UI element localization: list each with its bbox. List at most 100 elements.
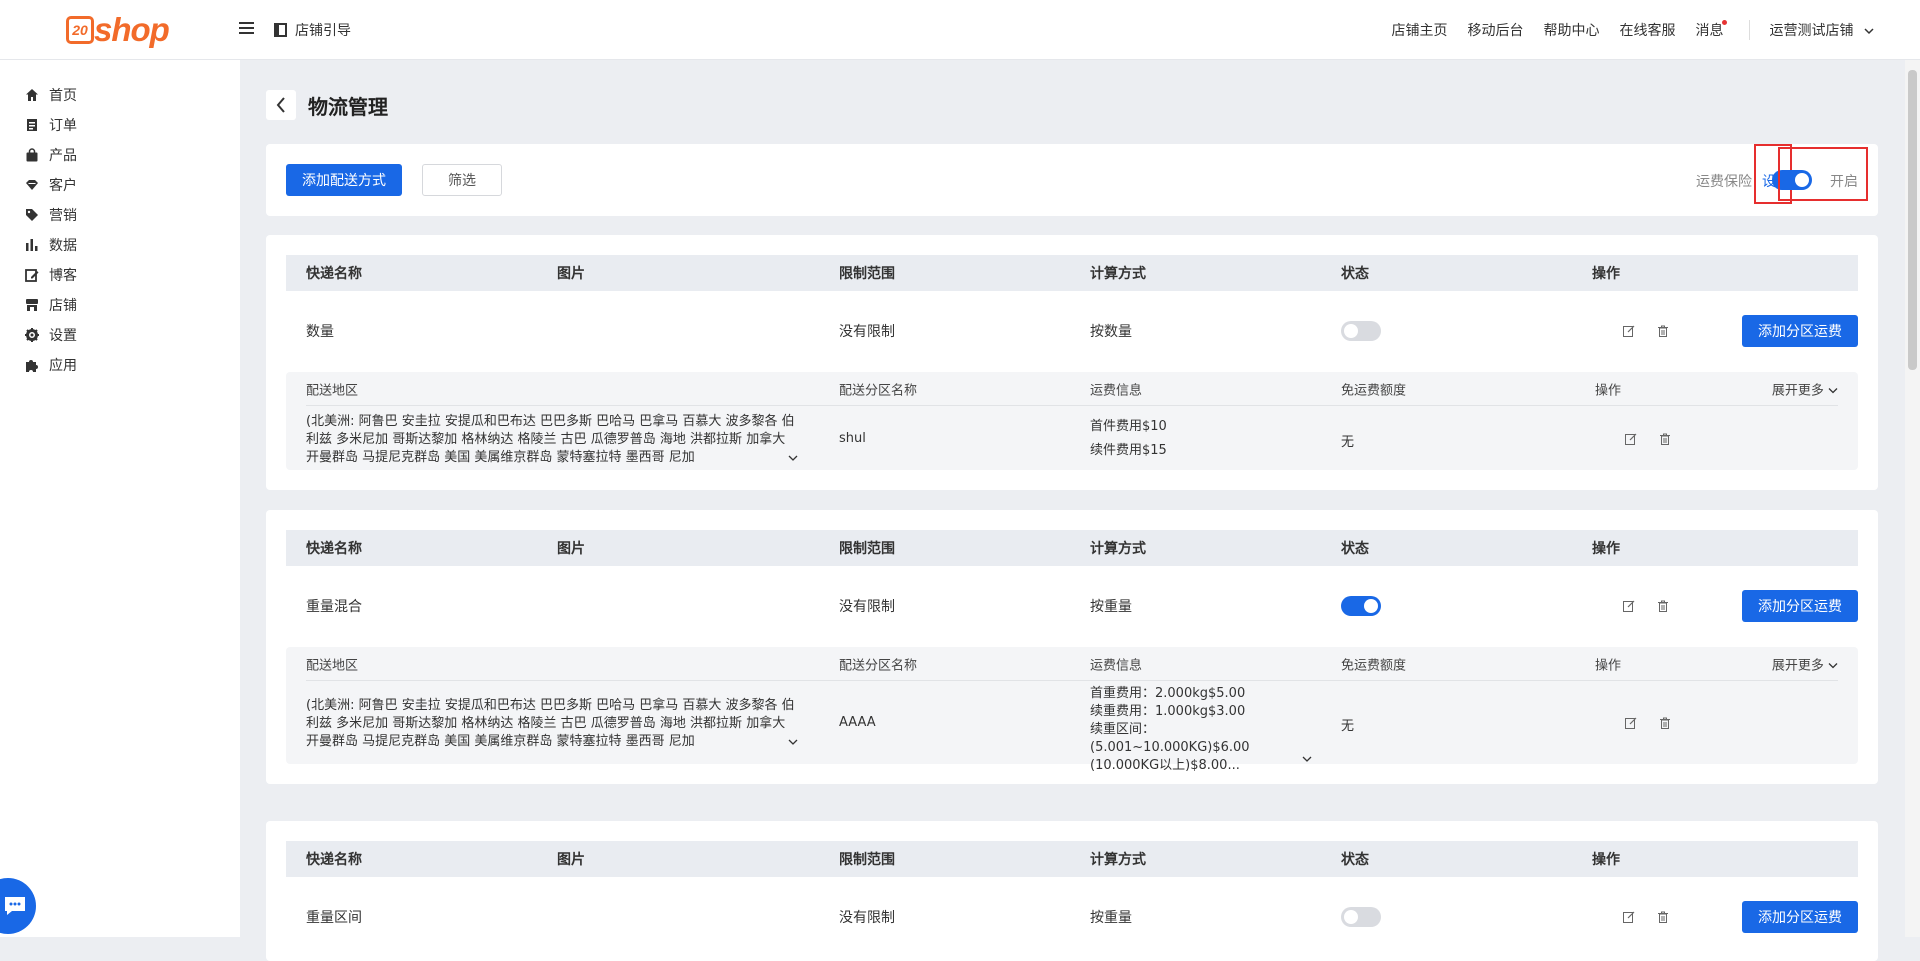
toggle-knob <box>1344 910 1358 924</box>
col-image: 图片 <box>557 266 585 282</box>
zone-name: AAAA <box>839 715 876 730</box>
col-image: 图片 <box>557 541 585 557</box>
sidebar-item-label: 数据 <box>49 238 77 254</box>
zone-region: (北美洲: 阿鲁巴 安圭拉 安提瓜和巴布达 巴巴多斯 巴哈马 巴拿马 百慕大 波… <box>306 698 795 749</box>
main-content: 物流管理 添加配送方式 筛选 运费保险 设置 开启 快递名称 图片 限制范围 计… <box>240 60 1905 961</box>
sidebar-item-home[interactable]: 首页 <box>25 84 77 106</box>
col-limit: 限制范围 <box>839 541 895 557</box>
table-header: 快递名称 图片 限制范围 计算方式 状态 操作 <box>286 255 1858 291</box>
sidebar-item-marketing[interactable]: 营销 <box>25 204 77 226</box>
col-actions: 操作 <box>1592 852 1620 868</box>
zone-table-header: 配送地区 配送分区名称 运费信息 免运费额度 操作 展开更多 <box>306 647 1838 681</box>
nav-messages[interactable]: 消息 <box>1696 20 1724 40</box>
sidebar-item-blog[interactable]: 博客 <box>25 264 77 286</box>
zone-table: 配送地区 配送分区名称 运费信息 免运费额度 操作 展开更多 (北美洲: 阿鲁巴… <box>286 647 1858 773</box>
method-status-toggle[interactable] <box>1341 907 1381 927</box>
chat-button[interactable] <box>0 878 36 934</box>
col-limit: 限制范围 <box>839 852 895 868</box>
nav-divider <box>1748 20 1750 40</box>
chevron-down-icon[interactable] <box>788 455 798 462</box>
logo[interactable]: 20 shop <box>66 10 170 50</box>
edit-icon[interactable] <box>1625 717 1637 729</box>
product-bag-icon <box>25 148 39 162</box>
gear-icon <box>25 328 39 342</box>
col-zone-name: 配送分区名称 <box>839 658 918 673</box>
add-zone-fee-button[interactable]: 添加分区运费 <box>1742 590 1858 622</box>
nav-online-service[interactable]: 在线客服 <box>1620 20 1676 40</box>
add-shipping-method-button[interactable]: 添加配送方式 <box>286 164 402 196</box>
trash-icon[interactable] <box>1657 911 1669 923</box>
table-row: 重量区间 没有限制 按重量 添加分区运费 <box>286 897 1858 937</box>
sidebar-item-store[interactable]: 店铺 <box>25 294 77 316</box>
edit-icon[interactable] <box>1625 433 1637 445</box>
shipping-method-card: 快递名称 图片 限制范围 计算方式 状态 操作 数量 没有限制 按数量 添加分区… <box>266 235 1878 490</box>
sidebar-item-products[interactable]: 产品 <box>25 144 77 166</box>
col-status: 状态 <box>1341 852 1369 868</box>
hamburger-menu-icon[interactable] <box>239 22 254 35</box>
highlight-box <box>1778 147 1868 201</box>
zone-name: shul <box>839 431 866 446</box>
store-switcher[interactable]: 运营测试店铺 <box>1770 20 1874 40</box>
col-name: 快递名称 <box>306 541 362 557</box>
zone-table-header: 配送地区 配送分区名称 运费信息 免运费额度 操作 展开更多 <box>306 372 1838 406</box>
sidebar-item-settings[interactable]: 设置 <box>25 324 77 346</box>
fee-line: 首件费用$10 <box>1090 419 1167 434</box>
edit-icon[interactable] <box>1623 325 1635 337</box>
order-icon <box>25 118 39 132</box>
logo-mark-icon: 20 <box>66 16 94 44</box>
page-header: 物流管理 <box>266 90 388 120</box>
free-quota: 无 <box>1341 719 1355 734</box>
chevron-down-icon <box>1864 28 1874 35</box>
expand-more-toggle[interactable]: 展开更多 <box>1772 654 1838 673</box>
edit-icon[interactable] <box>1623 911 1635 923</box>
col-free-quota: 免运费额度 <box>1341 383 1407 398</box>
sidebar-item-label: 应用 <box>49 358 77 374</box>
trash-icon[interactable] <box>1659 717 1671 729</box>
add-zone-fee-button[interactable]: 添加分区运费 <box>1742 901 1858 933</box>
toggle-knob <box>1364 599 1378 613</box>
col-actions: 操作 <box>1592 541 1620 557</box>
nav-mobile-admin[interactable]: 移动后台 <box>1468 20 1524 40</box>
back-button[interactable] <box>266 90 296 120</box>
expand-more-label: 展开更多 <box>1771 383 1824 398</box>
logo-text: shop <box>94 11 170 48</box>
method-calc: 按重量 <box>1090 910 1132 926</box>
fee-line: 首重费用：2.000kg$5.00 <box>1090 686 1246 701</box>
sidebar-item-customers[interactable]: 客户 <box>25 174 77 196</box>
edit-icon[interactable] <box>1623 600 1635 612</box>
customer-diamond-icon <box>25 178 39 192</box>
sidebar-item-label: 博客 <box>49 268 77 284</box>
trash-icon[interactable] <box>1659 433 1671 445</box>
chevron-down-icon <box>1828 662 1838 668</box>
nav-store-home[interactable]: 店铺主页 <box>1392 20 1448 40</box>
trash-icon[interactable] <box>1657 600 1669 612</box>
sidebar-item-apps[interactable]: 应用 <box>25 354 77 376</box>
col-calc: 计算方式 <box>1090 541 1146 557</box>
fee-line: (5.001~10.000KG)$6.00 <box>1090 740 1250 755</box>
method-status-toggle[interactable] <box>1341 321 1381 341</box>
tag-icon <box>25 208 39 222</box>
sidebar-item-data[interactable]: 数据 <box>25 234 77 256</box>
chevron-down-icon[interactable] <box>788 739 798 746</box>
chevron-down-icon[interactable] <box>1302 756 1312 763</box>
expand-more-toggle[interactable]: 展开更多 <box>1772 379 1838 398</box>
col-fee-info: 运费信息 <box>1090 383 1143 398</box>
method-status-toggle[interactable] <box>1341 596 1381 616</box>
sidebar-item-orders[interactable]: 订单 <box>25 114 77 136</box>
store-icon <box>25 298 39 312</box>
fee-line: 续重区间： <box>1090 722 1156 737</box>
method-limit: 没有限制 <box>839 324 895 340</box>
scrollbar-thumb[interactable] <box>1908 70 1917 370</box>
col-region: 配送地区 <box>306 383 359 398</box>
filter-button[interactable]: 筛选 <box>422 164 502 196</box>
page-title: 物流管理 <box>308 94 388 119</box>
store-guide-link[interactable]: 店铺引导 <box>274 20 351 40</box>
col-actions: 操作 <box>1592 266 1620 282</box>
store-guide-label: 店铺引导 <box>295 23 351 39</box>
trash-icon[interactable] <box>1657 325 1669 337</box>
chevron-down-icon <box>1828 387 1838 393</box>
page-scrollbar[interactable] <box>1905 60 1920 937</box>
add-zone-fee-button[interactable]: 添加分区运费 <box>1742 315 1858 347</box>
table-header: 快递名称 图片 限制范围 计算方式 状态 操作 <box>286 530 1858 566</box>
nav-help-center[interactable]: 帮助中心 <box>1544 20 1600 40</box>
